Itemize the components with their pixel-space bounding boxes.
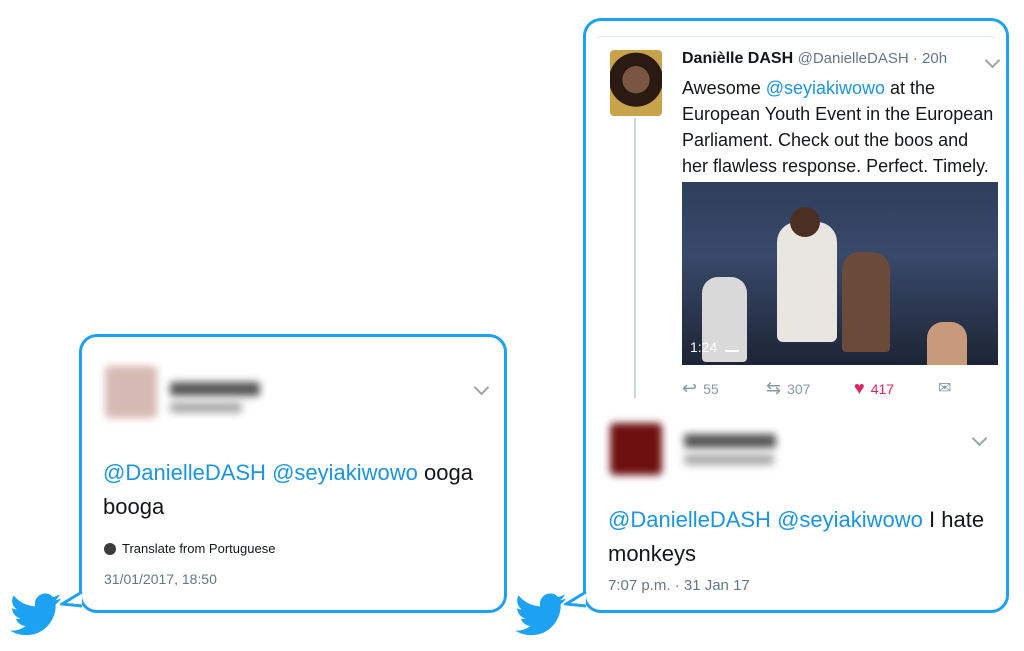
display-name[interactable]: Danièlle DASH bbox=[682, 50, 793, 67]
retweet-count: 307 bbox=[787, 380, 811, 397]
thread-line bbox=[634, 118, 636, 398]
reply-count: 55 bbox=[703, 380, 719, 397]
video-figure bbox=[790, 207, 820, 237]
reply-button[interactable]: ↩ 55 bbox=[682, 378, 719, 399]
user-handle-redacted bbox=[170, 402, 242, 413]
tweet-line: Awesome bbox=[682, 78, 766, 98]
video-figure bbox=[777, 222, 837, 342]
mention-link[interactable]: @DanielleDASH bbox=[103, 460, 266, 485]
bubble-tail bbox=[60, 590, 83, 608]
tweet-header: Danièlle DASH @DanielleDASH · 20h bbox=[682, 50, 947, 68]
dm-button[interactable]: ✉ bbox=[938, 378, 951, 398]
video-player[interactable]: 1:24 bbox=[682, 182, 998, 365]
dm-icon: ✉ bbox=[938, 380, 952, 397]
user-name-redacted bbox=[684, 434, 776, 448]
tweet-line: European Youth Event in the European bbox=[682, 104, 994, 124]
tweet-text: Awesome @seyiakiwowo at the European You… bbox=[682, 75, 1002, 179]
avatar bbox=[105, 366, 157, 418]
mention-link[interactable]: @seyiakiwowo bbox=[777, 507, 923, 532]
tweet-text-part: booga bbox=[103, 494, 165, 519]
retweet-button[interactable]: ⇆ 307 bbox=[766, 378, 810, 399]
bubble-tail bbox=[564, 590, 587, 608]
video-duration: 1:24 bbox=[690, 339, 740, 355]
avatar bbox=[610, 423, 662, 475]
tweet-text: @DanielleDASH @seyiakiwowo I hate monkey… bbox=[608, 503, 1000, 571]
tweet-text-part: I hate bbox=[922, 507, 985, 532]
video-figure bbox=[842, 252, 890, 352]
video-figure bbox=[927, 322, 967, 365]
mention-link[interactable]: @DanielleDASH bbox=[608, 507, 771, 532]
twitter-bird-icon bbox=[515, 593, 567, 636]
globe-icon bbox=[104, 542, 116, 555]
video-duration-label: 1:24 bbox=[690, 339, 718, 355]
twitter-bird-icon bbox=[10, 593, 62, 636]
mention-link[interactable]: @seyiakiwowo bbox=[272, 460, 418, 485]
tweet-text-part: monkeys bbox=[608, 541, 697, 566]
tweet-line: at the bbox=[885, 78, 936, 98]
heart-icon: ♥ bbox=[854, 378, 865, 398]
tweet-actions: ↩ 55 ⇆ 307 ♥ 417 ✉ bbox=[682, 378, 982, 398]
avatar[interactable] bbox=[610, 50, 662, 116]
user-name-redacted bbox=[170, 382, 260, 396]
signal-icon bbox=[725, 341, 740, 352]
like-count: 417 bbox=[870, 380, 895, 397]
tweet-text: @DanielleDASH @seyiakiwowo ooga booga bbox=[103, 456, 483, 524]
translate-link[interactable]: Translate from Portuguese bbox=[104, 541, 275, 556]
tweet-text-part: ooga bbox=[417, 460, 473, 485]
user-handle-redacted bbox=[684, 454, 774, 465]
like-button[interactable]: ♥ 417 bbox=[854, 378, 894, 399]
tweet-line: Parliament. Check out the boos and bbox=[682, 130, 969, 150]
tweet-timestamp[interactable]: 7:07 p.m. · 31 Jan 17 bbox=[608, 577, 750, 594]
tweet-timestamp[interactable]: 31/01/2017, 18:50 bbox=[104, 571, 217, 587]
reply-icon: ↩ bbox=[682, 378, 698, 398]
translate-label: Translate from Portuguese bbox=[122, 541, 276, 556]
retweet-icon: ⇆ bbox=[766, 378, 782, 398]
mention-link[interactable]: @seyiakiwowo bbox=[766, 78, 885, 98]
tweet-line: her flawless response. Perfect. Timely. bbox=[682, 156, 989, 176]
divider bbox=[597, 36, 995, 37]
handle-and-time[interactable]: @DanielleDASH · 20h bbox=[798, 50, 947, 67]
